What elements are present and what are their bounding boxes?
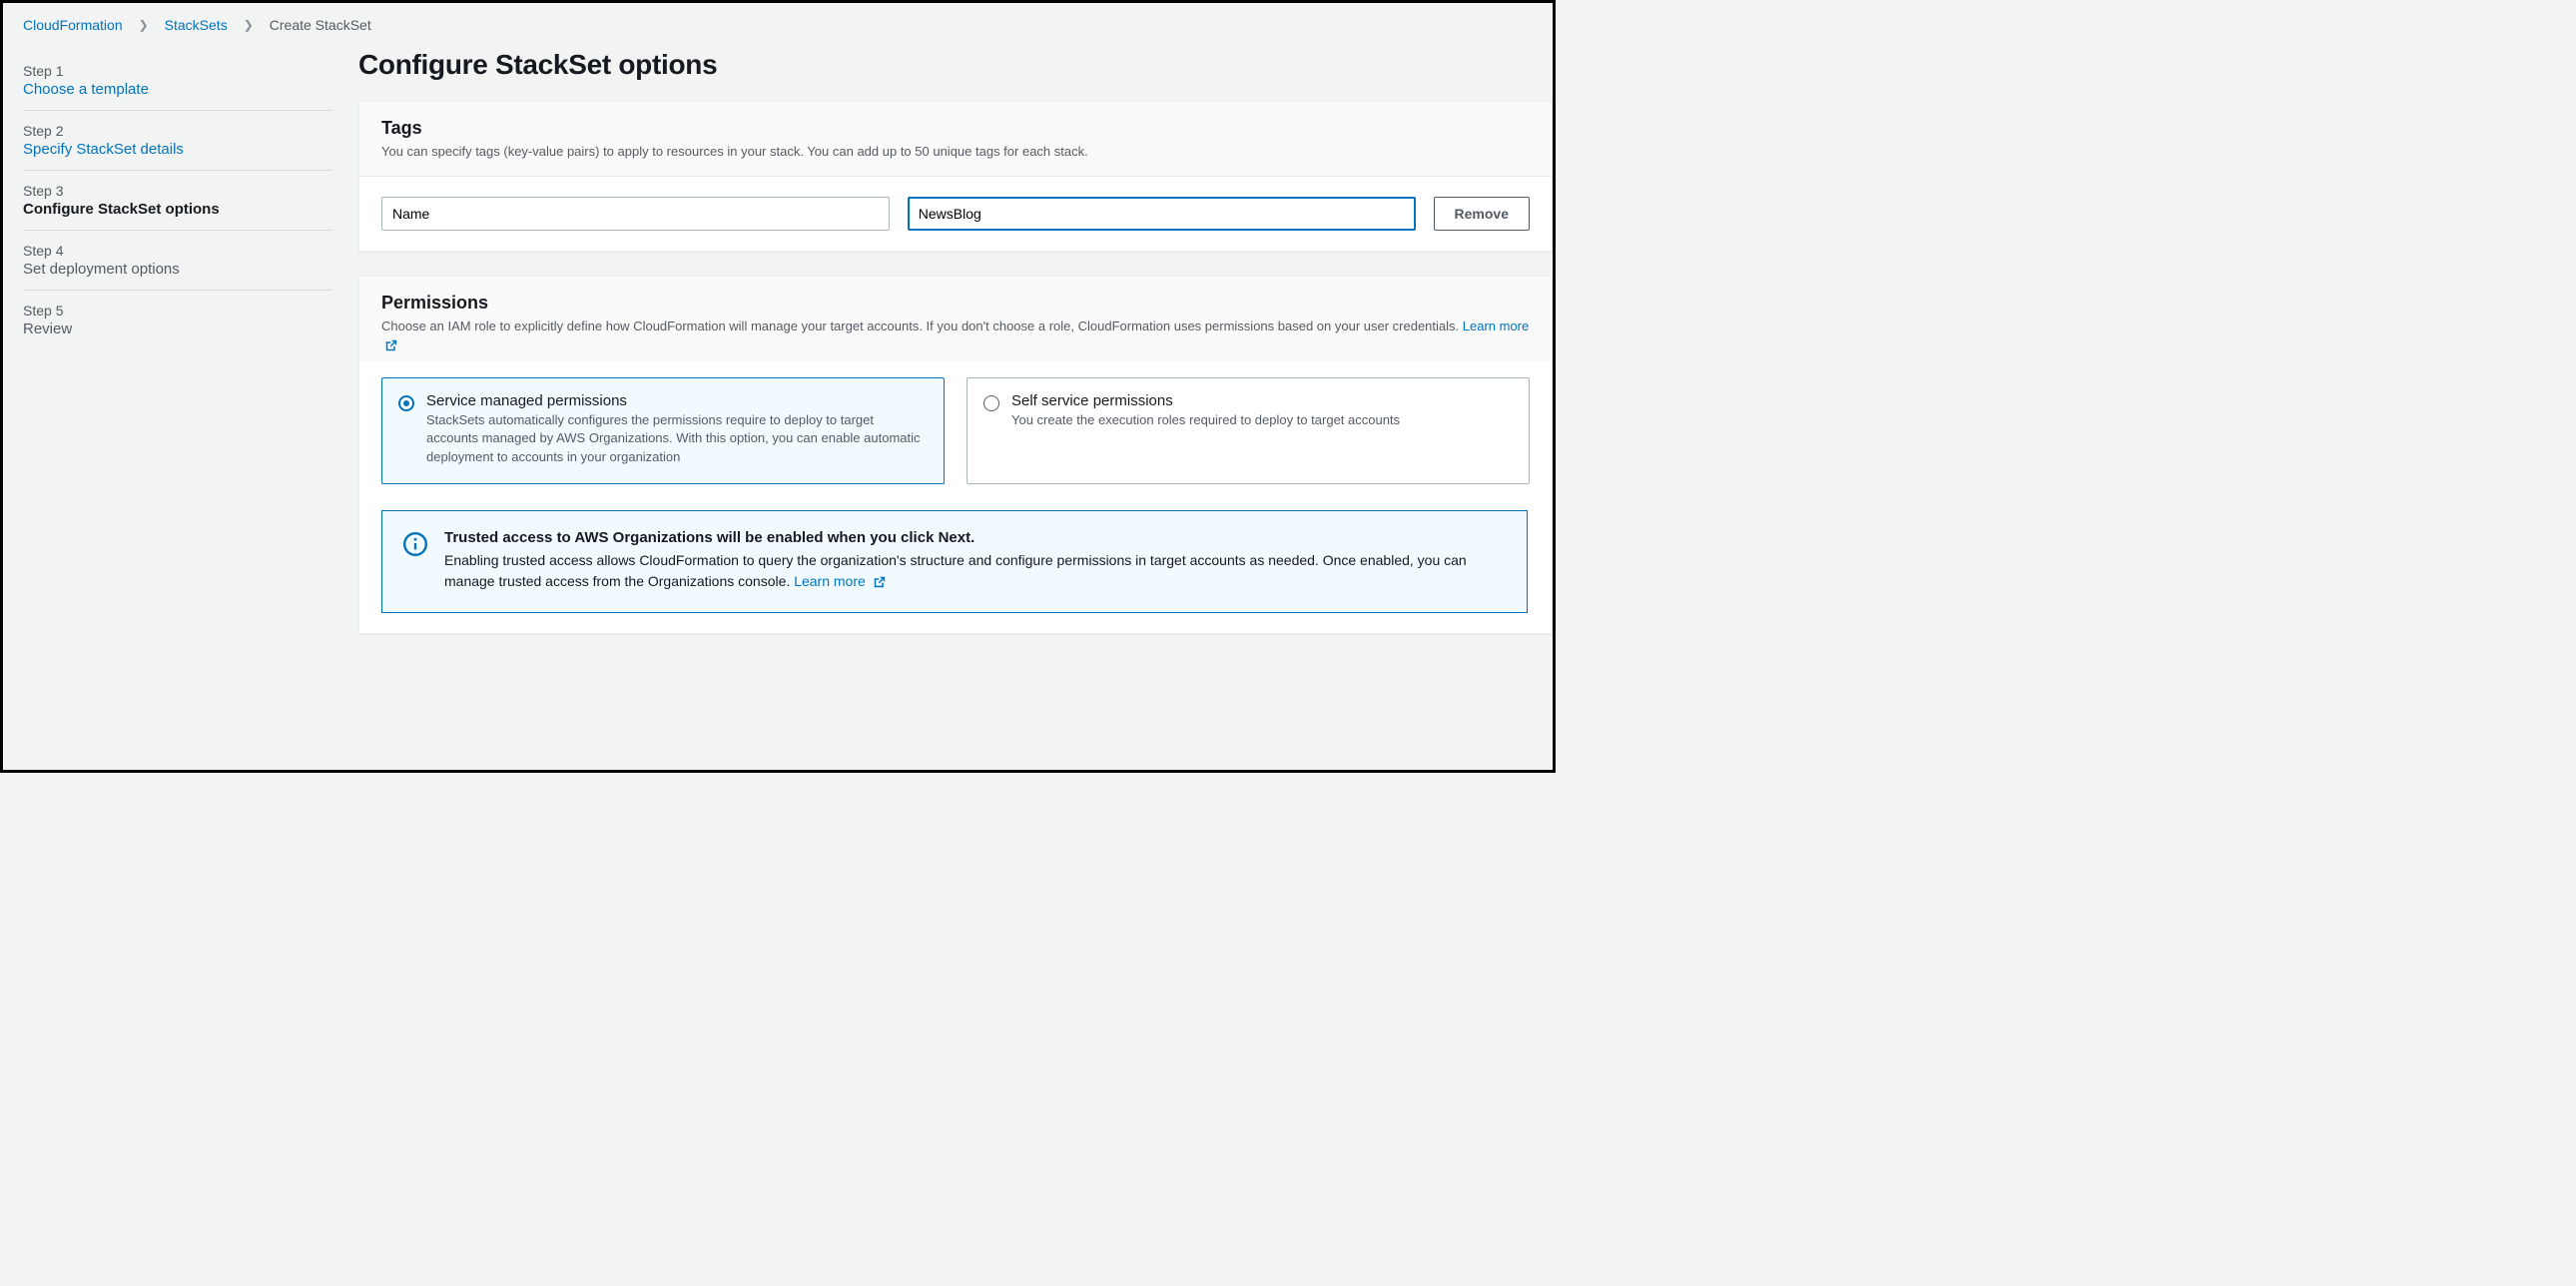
tag-row: Remove: [381, 197, 1530, 231]
option-title: Self service permissions: [1011, 392, 1400, 409]
step-number: Step 4: [23, 243, 332, 259]
external-link-icon: [385, 338, 397, 357]
breadcrumb-cloudformation[interactable]: CloudFormation: [23, 17, 123, 33]
step-number: Step 3: [23, 183, 332, 199]
breadcrumb-stacksets[interactable]: StackSets: [165, 17, 228, 33]
option-service-managed[interactable]: Service managed permissions StackSets au…: [381, 377, 945, 485]
external-link-icon: [874, 573, 886, 594]
step-title[interactable]: Specify StackSet details: [23, 141, 184, 158]
step-4: Step 4 Set deployment options: [23, 231, 332, 291]
step-number: Step 5: [23, 303, 332, 319]
breadcrumb-current: Create StackSet: [270, 17, 371, 33]
step-2[interactable]: Step 2 Specify StackSet details: [23, 111, 332, 171]
alert-learn-more-link[interactable]: Learn more: [794, 573, 885, 589]
remove-button[interactable]: Remove: [1434, 197, 1530, 231]
breadcrumb: CloudFormation ❯ StackSets ❯ Create Stac…: [3, 17, 1553, 45]
step-title: Set deployment options: [23, 261, 180, 278]
tags-heading: Tags: [381, 118, 1530, 139]
radio-icon: [398, 395, 414, 411]
tags-panel: Tags You can specify tags (key-value pai…: [358, 101, 1553, 252]
step-number: Step 2: [23, 123, 332, 139]
step-title[interactable]: Choose a template: [23, 81, 149, 98]
step-5: Step 5 Review: [23, 291, 332, 349]
permissions-description: Choose an IAM role to explicitly define …: [381, 318, 1530, 357]
tags-description: You can specify tags (key-value pairs) t…: [381, 143, 1530, 162]
permissions-panel: Permissions Choose an IAM role to explic…: [358, 276, 1553, 634]
info-icon: [402, 531, 428, 557]
step-1[interactable]: Step 1 Choose a template: [23, 51, 332, 111]
step-title: Review: [23, 321, 72, 337]
permission-options: Service managed permissions StackSets au…: [381, 377, 1530, 485]
step-number: Step 1: [23, 63, 332, 79]
chevron-right-icon: ❯: [139, 18, 149, 32]
wizard-steps: Step 1 Choose a template Step 2 Specify …: [23, 45, 332, 349]
option-description: StackSets automatically configures the p…: [426, 411, 928, 468]
radio-icon: [983, 395, 999, 411]
alert-title: Trusted access to AWS Organizations will…: [444, 529, 1507, 546]
page-title: Configure StackSet options: [358, 49, 1553, 81]
main-content: Configure StackSet options Tags You can …: [358, 45, 1553, 658]
tag-key-input[interactable]: [381, 197, 890, 231]
step-title: Configure StackSet options: [23, 201, 220, 218]
chevron-right-icon: ❯: [244, 18, 254, 32]
info-alert: Trusted access to AWS Organizations will…: [381, 510, 1528, 613]
permissions-heading: Permissions: [381, 293, 1530, 314]
option-self-service[interactable]: Self service permissions You create the …: [966, 377, 1530, 485]
alert-body: Enabling trusted access allows CloudForm…: [444, 550, 1507, 594]
step-3: Step 3 Configure StackSet options: [23, 171, 332, 231]
option-description: You create the execution roles required …: [1011, 411, 1400, 430]
option-title: Service managed permissions: [426, 392, 928, 409]
tag-value-input[interactable]: [908, 197, 1416, 231]
